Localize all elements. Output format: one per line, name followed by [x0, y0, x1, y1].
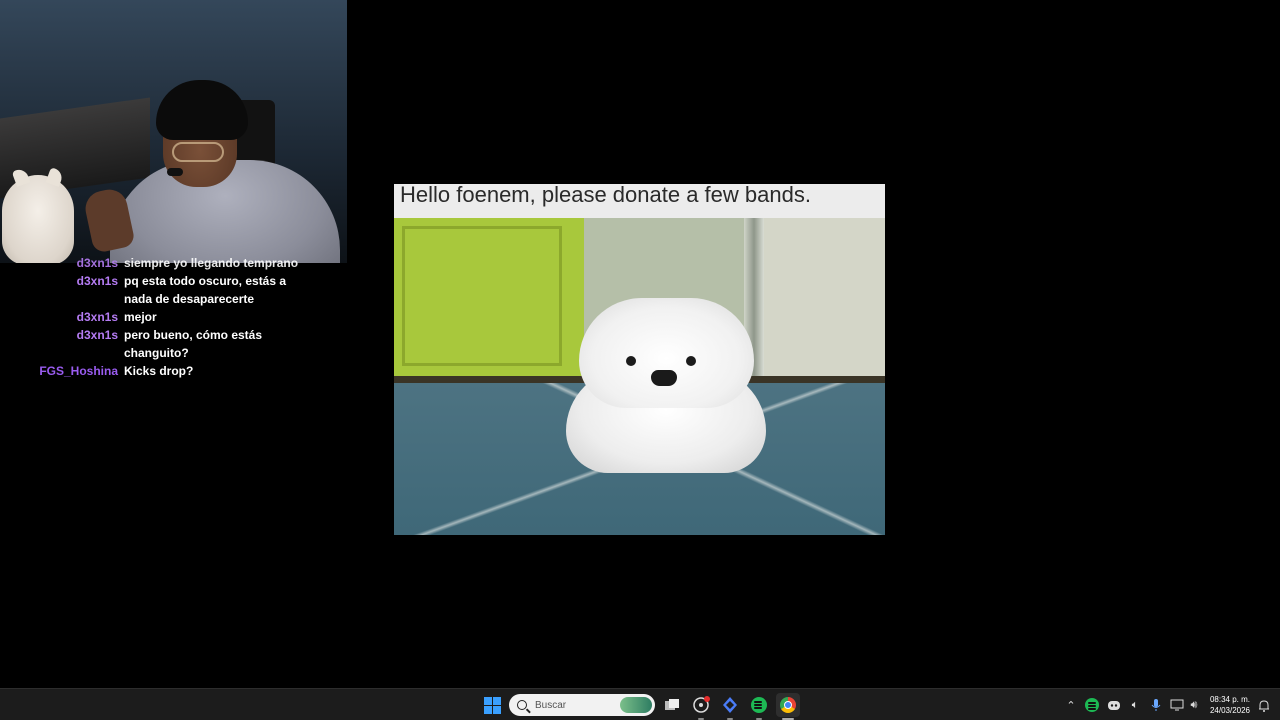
streamlabs-icon: [723, 697, 737, 713]
chat-message: d3xn1s siempre yo llegando temprano: [0, 254, 340, 272]
dog-eye: [626, 356, 636, 366]
dog-photo: [394, 218, 885, 535]
meme-caption: Hello foenem, please donate a few bands.: [394, 184, 885, 218]
chat-username: d3xn1s: [76, 328, 118, 342]
monitor-glyph: [1170, 699, 1184, 711]
chrome-icon: [780, 697, 796, 713]
tray-spotify[interactable]: [1084, 697, 1100, 713]
discord-icon[interactable]: [1106, 697, 1122, 713]
task-view-icon: [665, 699, 679, 710]
chat-username: d3xn1s: [76, 310, 118, 324]
door: [402, 226, 562, 366]
chat-message: d3xn1s pero bueno, cómo estás changuito?: [0, 326, 340, 362]
webcam-overlay: [0, 0, 347, 263]
chat-overlay: d3xn1s siempre yo llegando temprano d3xn…: [0, 254, 340, 380]
clock-time: 08:34 p. m.: [1209, 695, 1251, 704]
bell-glyph: [1259, 699, 1269, 712]
taskbar-app-chrome[interactable]: [776, 693, 800, 720]
notification-bell-icon[interactable]: [1256, 697, 1272, 713]
speaker-icon[interactable]: 🔊︎: [1186, 697, 1202, 713]
meme-image: Hello foenem, please donate a few bands.: [394, 184, 885, 535]
clock-date: 24/03/2026: [1209, 706, 1251, 715]
chat-message: FGS_Hoshina Kicks drop?: [0, 362, 340, 380]
search-icon: [517, 700, 527, 710]
dog-eye: [686, 356, 696, 366]
chat-username: d3xn1s: [76, 256, 118, 270]
spotify-icon: [1085, 698, 1099, 712]
search-placeholder: Buscar: [535, 699, 567, 711]
taskbar-app-obs[interactable]: [689, 693, 713, 720]
chat-username: FGS_Hoshina: [39, 364, 118, 378]
chat-message: d3xn1s mejor: [0, 308, 340, 326]
chat-username: d3xn1s: [76, 274, 118, 288]
taskbar: Buscar ⌃ 🔈︎ 🔊︎ 08:34 p. m. 24/03/2026: [0, 688, 1280, 720]
chat-message: d3xn1s pq esta todo oscuro, estás a nada…: [0, 272, 340, 308]
chat-text: pero bueno, cómo estás changuito?: [124, 328, 263, 360]
chat-text: Kicks drop?: [124, 364, 194, 378]
dog-nose: [651, 370, 677, 386]
cat-figure: [2, 175, 74, 263]
green-wall: [394, 218, 584, 393]
mic-glyph: [1151, 699, 1161, 711]
windows-icon: [483, 696, 501, 714]
chat-text: pq esta todo oscuro, estás a nada de des…: [124, 274, 287, 306]
search-box[interactable]: Buscar: [509, 694, 655, 716]
discord-glyph: [1108, 700, 1120, 710]
volume-icon[interactable]: 🔈︎: [1127, 697, 1143, 713]
network-icon[interactable]: [1169, 697, 1185, 713]
spotify-icon: [751, 697, 767, 713]
chevron-up-icon[interactable]: ⌃: [1063, 697, 1079, 713]
taskbar-app-spotify[interactable]: [747, 693, 771, 720]
chat-text: mejor: [124, 310, 157, 324]
chat-text: siempre yo llegando temprano: [124, 256, 299, 270]
start-button[interactable]: [480, 693, 504, 717]
microphone-icon[interactable]: [1148, 697, 1164, 713]
headset-mic: [167, 168, 183, 176]
clock[interactable]: 08:34 p. m. 24/03/2026: [1205, 694, 1255, 716]
dog-head: [579, 298, 754, 408]
taskbar-app-streamlabs[interactable]: [718, 693, 742, 720]
task-view-button[interactable]: [660, 693, 684, 717]
search-highlight-icon: [620, 697, 652, 713]
obs-icon: [693, 696, 710, 713]
streamer-glasses: [172, 142, 224, 162]
